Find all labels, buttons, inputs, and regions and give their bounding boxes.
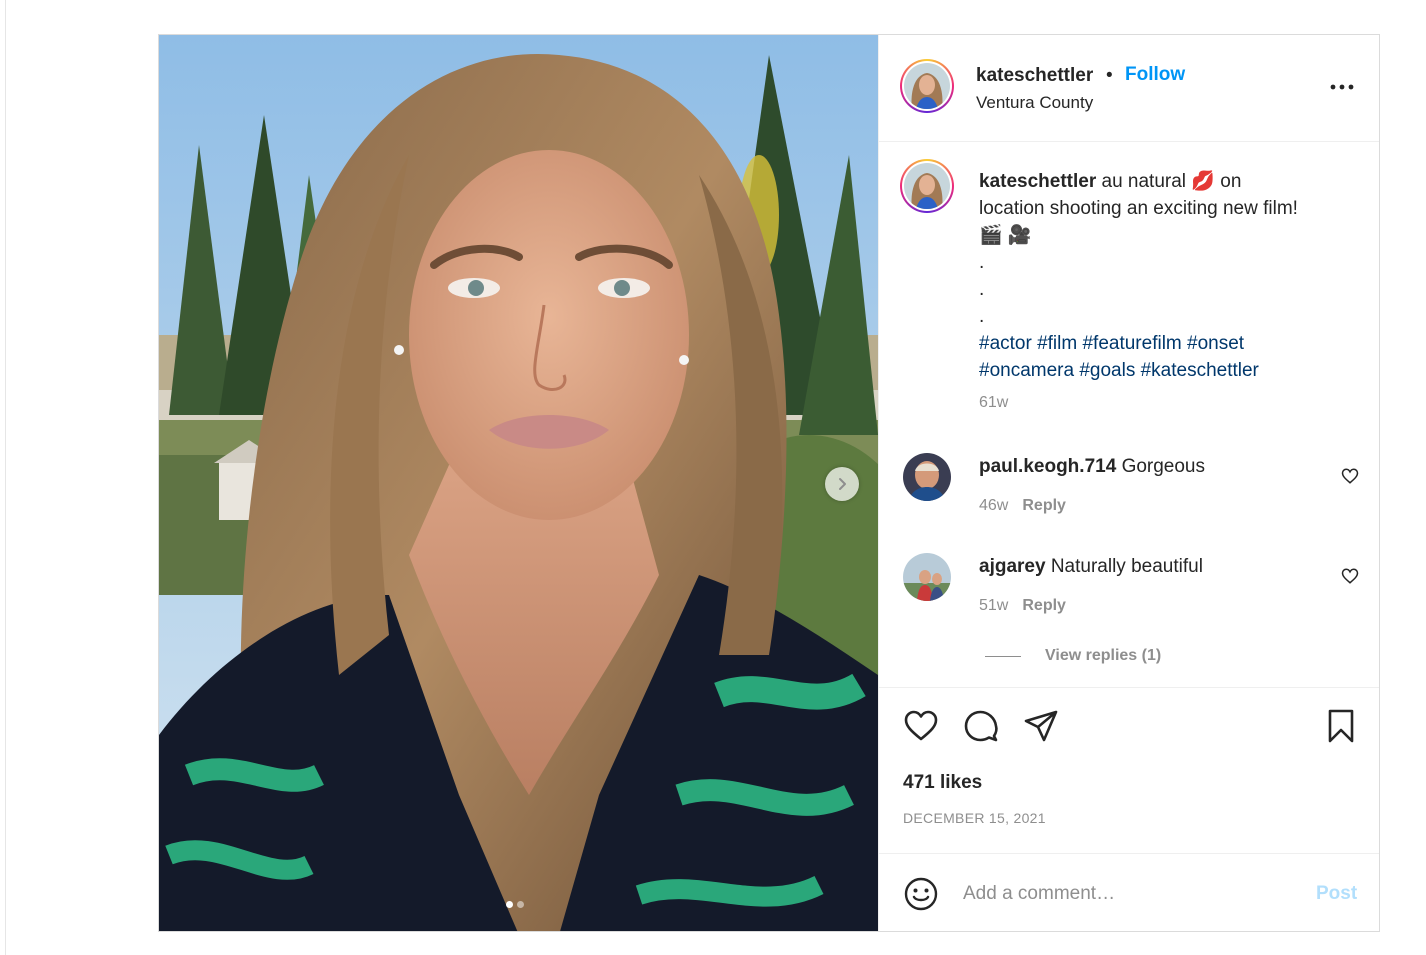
comment-meta: 51w Reply [979,597,1066,615]
caption-dot-1: . [979,252,985,273]
caption-text-1: au natural [1096,171,1192,192]
carousel-next-button[interactable] [825,467,859,501]
carousel-dot-active [506,901,513,908]
reply-button[interactable]: Reply [1022,597,1066,614]
caption-username[interactable]: kateschettler [979,171,1096,192]
bookmark-icon[interactable] [1323,708,1359,744]
caption-hashtags-line-1[interactable]: #actor #film #featurefilm #onset [979,333,1244,354]
author-username[interactable]: kateschettler [976,65,1093,87]
caption-avatar-image [904,163,950,209]
view-replies-button[interactable]: View replies (1) [985,647,1161,665]
comment-username[interactable]: ajgarey [979,556,1046,577]
comment-timestamp[interactable]: 51w [979,597,1008,614]
caption-dot-3: . [979,306,985,327]
caption-hashtags-line-2[interactable]: #oncamera #goals #kateschettler [979,360,1259,381]
page-left-rule [5,0,6,955]
comment-bubble-icon[interactable] [963,708,999,744]
more-horizontal-icon[interactable] [1329,77,1355,97]
commenter-avatar-image [903,553,951,601]
author-avatar[interactable] [900,59,954,113]
comment-timestamp[interactable]: 46w [979,497,1008,514]
carousel-indicator [506,901,524,908]
post-location[interactable]: Ventura County [976,93,1093,113]
post-media[interactable] [159,35,878,931]
reply-button[interactable]: Reply [1022,497,1066,514]
caption-dot-2: . [979,279,985,300]
post-side-panel: kateschettler • Follow Ventura County ka… [878,35,1379,931]
post-comment-button[interactable]: Post [1316,883,1357,905]
heart-icon[interactable] [903,708,939,744]
comment-username[interactable]: paul.keogh.714 [979,456,1116,477]
header-separator: • [1106,65,1113,86]
post-caption: kateschettler au natural 💋 on location s… [979,168,1309,384]
post-card: kateschettler • Follow Ventura County ka… [158,34,1380,932]
comment-text: paul.keogh.714 Gorgeous [979,456,1205,478]
comment-text: ajgarey Naturally beautiful [979,556,1203,578]
carousel-dot [517,901,524,908]
commenter-avatar[interactable] [903,553,951,601]
commenter-avatar-image [903,453,951,501]
caption-emoji-lips: 💋 [1191,171,1215,192]
commenter-avatar[interactable] [903,453,951,501]
follow-button[interactable]: Follow [1125,64,1185,86]
author-avatar-image [904,63,950,109]
add-comment-bar: Post [879,853,1379,932]
comment-like-heart-icon[interactable] [1341,567,1359,585]
caption-timestamp[interactable]: 61w [979,394,1008,412]
caption-emoji-film: 🎬 🎥 [979,225,1032,246]
smiley-icon[interactable] [903,876,939,912]
likes-count[interactable]: 471 likes [903,772,982,794]
comment-meta: 46w Reply [979,497,1066,515]
post-date[interactable]: DECEMBER 15, 2021 [903,810,1046,826]
comment-body: Gorgeous [1121,456,1206,477]
paper-plane-icon[interactable] [1023,708,1059,744]
caption-author-avatar[interactable] [900,159,954,213]
comment-input[interactable] [963,876,1293,912]
view-replies-label: View replies (1) [1045,647,1162,664]
post-photo [159,35,878,931]
comment-body: Naturally beautiful [1050,556,1203,577]
chevron-right-icon [839,478,846,490]
view-replies-line [985,655,1021,657]
post-header: kateschettler • Follow Ventura County [879,35,1379,142]
comment-like-heart-icon[interactable] [1341,467,1359,485]
